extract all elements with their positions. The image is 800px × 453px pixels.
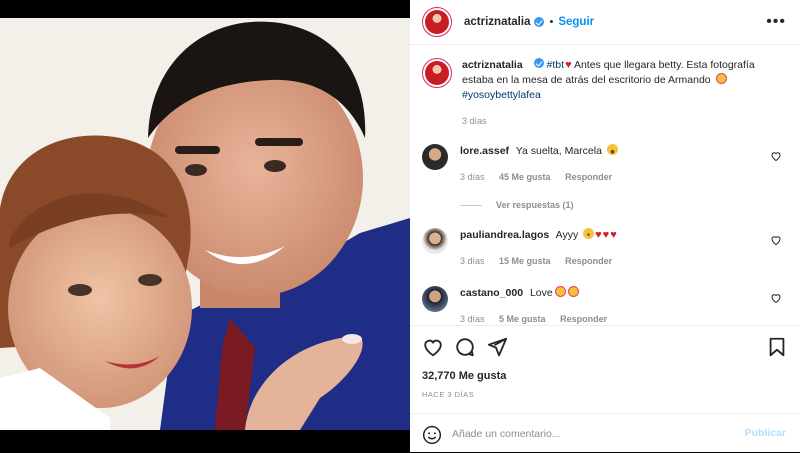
post-side-panel: actriznatalia • Seguir ••• actriznatalia… [410, 0, 800, 452]
action-icons [422, 336, 788, 360]
heart-eyes-emoji-icon [715, 73, 727, 84]
heart-eyes-emoji-icon [554, 286, 566, 297]
add-comment-bar: Publicar [410, 413, 800, 453]
red-heart-emoji-icon: ♥ [565, 59, 572, 71]
post-header: actriznatalia • Seguir ••• [410, 0, 800, 45]
verified-badge-icon [533, 58, 544, 68]
comment-text: Love [529, 287, 553, 299]
view-replies-button[interactable]: Ver respuestas (1) [460, 200, 574, 210]
comment-username[interactable]: lore.assef [460, 145, 509, 157]
comment-likes[interactable]: 5 Me gusta [499, 314, 546, 324]
reply-button[interactable]: Responder [565, 172, 612, 182]
like-comment-heart-icon[interactable] [770, 150, 782, 162]
reply-button[interactable]: Responder [565, 256, 612, 266]
red-heart-emoji-icon: ♥ [610, 229, 617, 241]
laughing-emoji-icon [606, 144, 618, 155]
comment-likes[interactable]: 45 Me gusta [499, 172, 551, 182]
likes-count[interactable]: 32,770 Me gusta [422, 370, 506, 382]
commenter-avatar[interactable] [422, 286, 448, 312]
red-heart-emoji-icon: ♥ [602, 229, 610, 241]
comment-likes[interactable]: 15 Me gusta [499, 256, 551, 266]
hashtag-link[interactable]: #tbt [547, 59, 565, 71]
verified-badge-icon [534, 17, 545, 27]
emoji-smile-icon[interactable] [422, 425, 442, 445]
caption-username[interactable]: actriznatalia [462, 59, 523, 71]
separator-dot: • [549, 16, 554, 28]
send-icon[interactable] [486, 336, 508, 358]
comment-username[interactable]: pauliandrea.lagos [460, 229, 549, 241]
comment-input[interactable] [452, 422, 732, 446]
caption-avatar[interactable] [422, 58, 452, 88]
heart-icon[interactable] [422, 336, 444, 358]
comment-time: 3 días [460, 256, 485, 266]
post-image [0, 18, 410, 430]
replies-line [460, 204, 482, 206]
comment-text: Ayyy [555, 229, 579, 241]
caption-time: 3 días [462, 116, 487, 126]
more-options-icon[interactable]: ••• [766, 14, 786, 30]
commenter-avatar[interactable] [422, 144, 448, 170]
post-actions: 32,770 Me gusta HACE 3 DÍAS Publicar [410, 325, 800, 453]
comments-list: actriznatalia #tbt♥ Antes que llegara be… [410, 46, 800, 324]
like-comment-heart-icon[interactable] [770, 292, 782, 304]
heart-eyes-emoji-icon [567, 286, 579, 297]
post-photo[interactable] [0, 18, 410, 430]
view-replies-label: Ver respuestas (1) [496, 200, 574, 210]
author-avatar[interactable] [422, 7, 452, 37]
bookmark-icon[interactable] [766, 336, 788, 358]
sad-emoji-icon [583, 228, 595, 239]
comment-time: 3 días [460, 172, 485, 182]
red-heart-emoji-icon: ♥ [595, 229, 602, 241]
author-username[interactable]: actriznatalia [464, 16, 530, 28]
comment-icon[interactable] [454, 336, 476, 358]
post-date: HACE 3 DÍAS [422, 390, 475, 399]
reply-button[interactable]: Responder [560, 314, 607, 324]
comment-username[interactable]: castano_000 [460, 287, 523, 299]
instagram-post: actriznatalia • Seguir ••• actriznatalia… [0, 0, 800, 452]
comment-text: Ya suelta, Marcela [515, 145, 602, 157]
like-comment-heart-icon[interactable] [770, 234, 782, 246]
comment-time: 3 días [460, 314, 485, 324]
follow-button[interactable]: Seguir [558, 16, 594, 28]
hashtag-link[interactable]: #yosoybettylafea [462, 89, 541, 101]
commenter-avatar[interactable] [422, 228, 448, 254]
publish-button[interactable]: Publicar [745, 427, 786, 439]
